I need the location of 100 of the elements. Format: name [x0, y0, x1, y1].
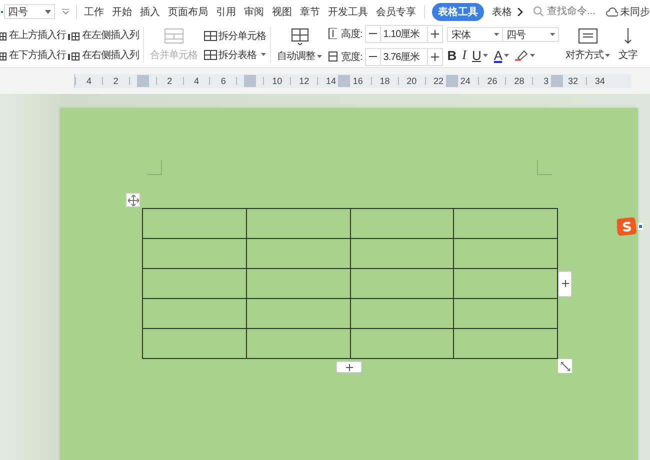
- ruler-number: 14: [326, 76, 336, 86]
- add-row-button[interactable]: [336, 361, 362, 373]
- table-cell[interactable]: [454, 208, 558, 238]
- input-method-icon[interactable]: [617, 217, 643, 237]
- bold-button[interactable]: B: [447, 48, 456, 62]
- insert-button[interactable]: 在上方插入行: [0, 28, 66, 42]
- ruler-marker[interactable]: [338, 75, 350, 87]
- caret-icon: [494, 33, 500, 36]
- move-icon: [128, 194, 138, 206]
- ruler-marker[interactable]: [136, 75, 149, 87]
- size-spinner[interactable]: 3.76厘米: [365, 48, 444, 66]
- font-family-select[interactable]: 宋体: [447, 27, 504, 42]
- table-cell[interactable]: [454, 328, 558, 358]
- margin-corner-mark: [537, 160, 552, 175]
- table-cell[interactable]: [454, 298, 558, 328]
- ruler-number: 2: [167, 76, 172, 86]
- move-handle[interactable]: [126, 193, 140, 207]
- ruler-number: 24: [460, 76, 470, 86]
- ruler-number: 10: [272, 76, 282, 86]
- arrow-down-icon: [624, 28, 632, 44]
- minus-icon: [369, 33, 378, 34]
- add-column-button[interactable]: [558, 270, 572, 296]
- highlight-button[interactable]: [515, 49, 536, 61]
- caret-icon: [605, 54, 610, 57]
- table-cell[interactable]: [350, 238, 454, 268]
- table-cell[interactable]: [246, 298, 350, 328]
- menu-tab[interactable]: 表格: [492, 4, 512, 18]
- margin-corner-mark: [147, 160, 162, 175]
- table-cell[interactable]: [350, 268, 454, 298]
- size-field[interactable]: 1.10厘米: [380, 26, 428, 42]
- search-field[interactable]: 查找命令...: [533, 6, 600, 17]
- menu-tab[interactable]: 章节: [300, 4, 320, 18]
- text-direction-button[interactable]: 文字: [616, 28, 640, 62]
- sync-button[interactable]: 未同步: [606, 4, 650, 18]
- table-cell[interactable]: [350, 298, 454, 328]
- plus-icon: [431, 52, 440, 60]
- menu-tab[interactable]: 开始: [112, 4, 132, 18]
- ruler-number: 26: [487, 76, 498, 86]
- align-button[interactable]: 对齐方式: [563, 28, 612, 62]
- table-cell[interactable]: [350, 208, 454, 238]
- color-button[interactable]: A: [494, 48, 510, 62]
- ruler-number: 20: [406, 76, 417, 86]
- split-button[interactable]: 拆分单元格: [204, 28, 266, 42]
- table-cell[interactable]: [246, 328, 350, 358]
- ruler-number: 4: [86, 76, 92, 86]
- font-size-select[interactable]: 四号: [503, 27, 560, 42]
- underline-button[interactable]: U: [472, 48, 488, 62]
- ruler-number: 4: [194, 76, 200, 86]
- table-cell[interactable]: [142, 208, 246, 238]
- table-cell[interactable]: [246, 268, 350, 298]
- caret-icon: [44, 10, 51, 14]
- ruler-marker[interactable]: [551, 75, 563, 87]
- table-cell[interactable]: [454, 238, 558, 268]
- table-cell[interactable]: [142, 238, 246, 268]
- ruler-number: 32: [568, 76, 578, 86]
- menu-tab[interactable]: 表格工具: [432, 2, 484, 20]
- chevron-down-icon[interactable]: [62, 8, 70, 14]
- size-spinner[interactable]: 1.10厘米: [365, 24, 444, 42]
- font-size-select[interactable]: 四号: [4, 4, 55, 19]
- table-cell[interactable]: [142, 298, 246, 328]
- split-button[interactable]: 拆分表格: [204, 48, 266, 62]
- italic-button[interactable]: I: [462, 47, 466, 63]
- menu-tab[interactable]: 工作: [84, 4, 104, 18]
- size-label: 宽度:: [341, 50, 362, 64]
- ruler-number: 22: [434, 76, 444, 86]
- menu-tab[interactable]: 审阅: [244, 4, 264, 18]
- menu-edge-mark: [1, 10, 3, 12]
- resize-handle[interactable]: [558, 359, 572, 373]
- ruler-number: 3: [544, 76, 549, 86]
- table-cell[interactable]: [350, 328, 454, 358]
- table-cell[interactable]: [246, 238, 350, 268]
- menu-tab[interactable]: 插入: [140, 4, 160, 18]
- size-label: 高度:: [341, 28, 362, 40]
- ruler-marker[interactable]: [446, 75, 458, 87]
- menu-tab[interactable]: 引用: [216, 4, 236, 18]
- ruler-number: 18: [380, 76, 390, 86]
- ruler-number: 34: [594, 76, 605, 86]
- table-cell[interactable]: [246, 208, 350, 238]
- insert-button[interactable]: 在左侧插入列: [68, 28, 139, 42]
- ruler-number: 2: [113, 76, 118, 86]
- table-cell[interactable]: [142, 328, 246, 358]
- align-icon: [578, 28, 598, 44]
- plus-icon: [346, 364, 352, 370]
- menu-tab[interactable]: 会员专享: [376, 4, 416, 18]
- size-field[interactable]: 3.76厘米: [380, 48, 428, 64]
- menu-tab[interactable]: 开发工具: [328, 4, 368, 18]
- highlighter-icon: [515, 49, 528, 61]
- cloud-icon: [606, 6, 618, 16]
- autofit-button[interactable]: 自动调整: [275, 27, 324, 63]
- menu-tab[interactable]: 页面布局: [168, 4, 208, 18]
- table-fit-icon: [290, 27, 310, 45]
- merge-cells-icon: [164, 28, 184, 44]
- split-icon: [204, 30, 216, 40]
- menu-tab[interactable]: 视图: [272, 4, 292, 18]
- table-cell[interactable]: [454, 268, 558, 298]
- ruler-marker[interactable]: [244, 75, 256, 87]
- ruler-number: 28: [514, 76, 524, 86]
- insert-button[interactable]: 在下方插入行: [0, 48, 66, 62]
- insert-button[interactable]: 在右侧插入列: [68, 48, 139, 62]
- table-cell[interactable]: [142, 268, 246, 298]
